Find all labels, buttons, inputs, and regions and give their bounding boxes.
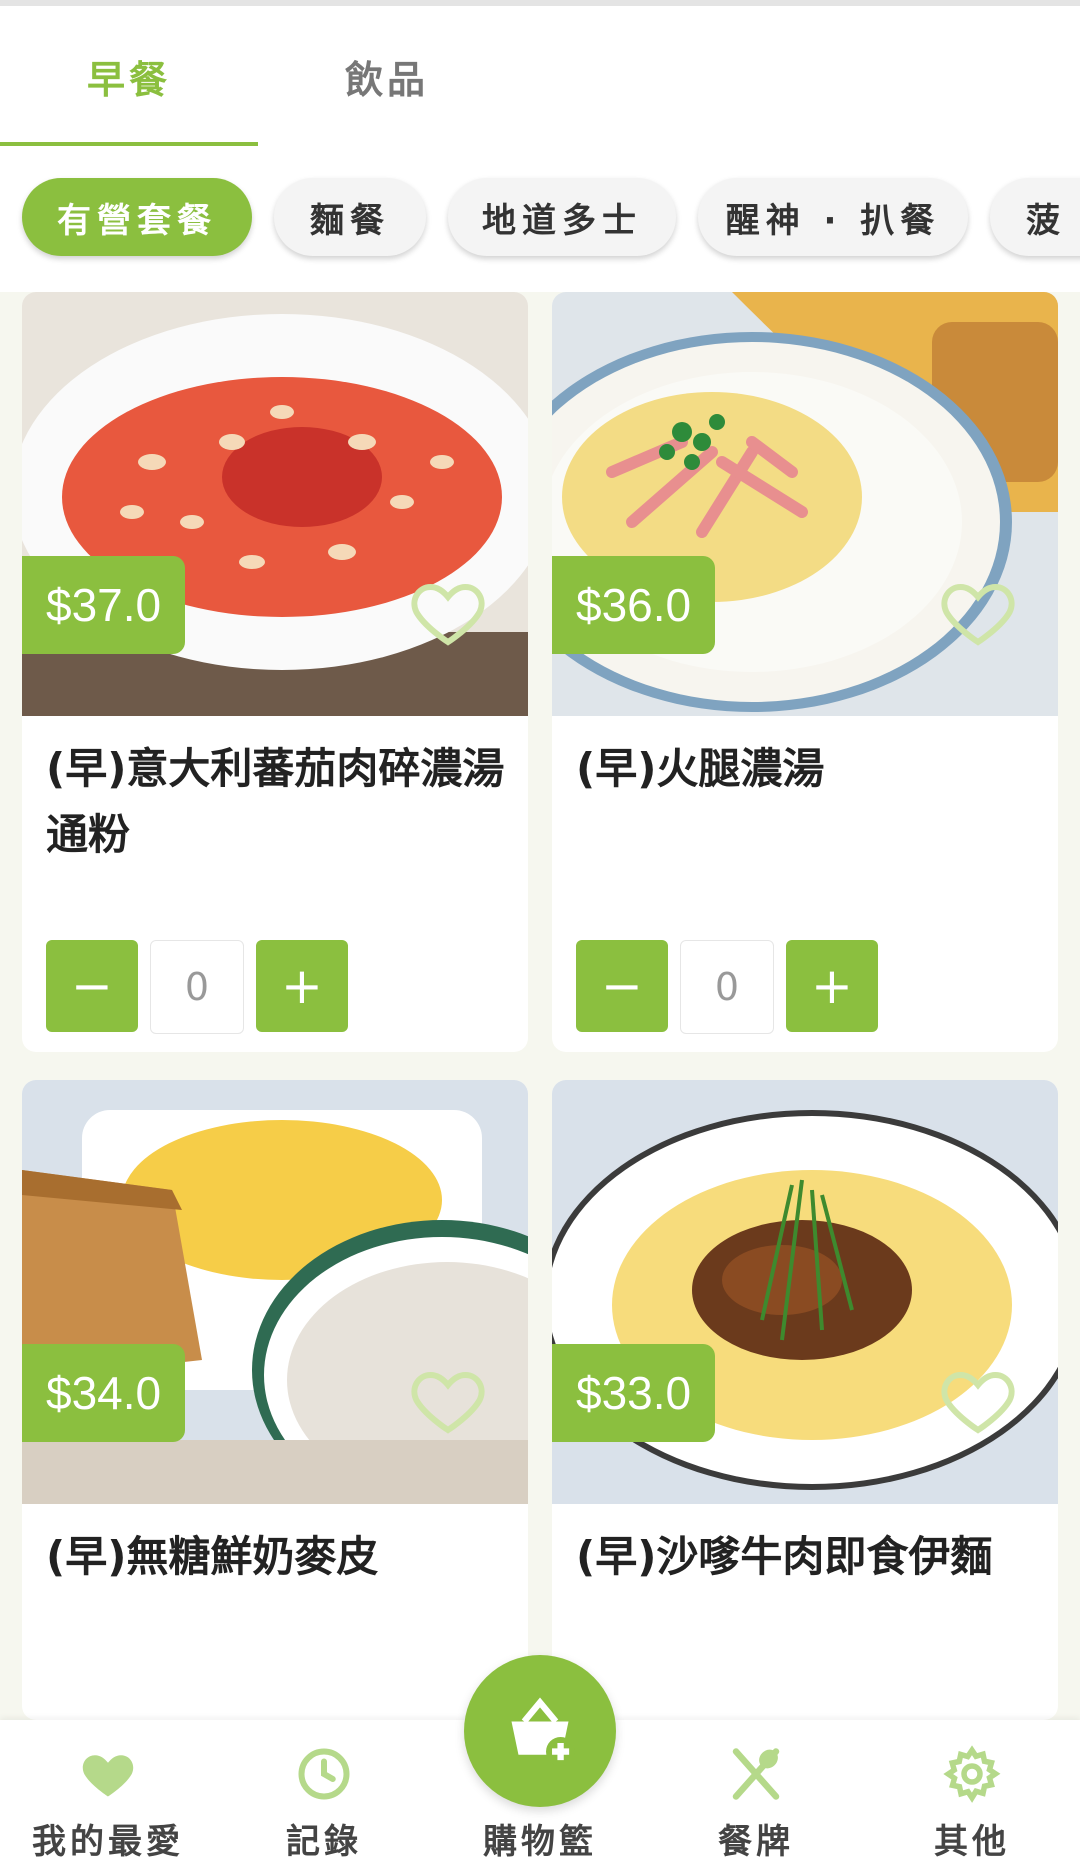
nav-history[interactable]: 記錄 — [216, 1720, 432, 1874]
quantity-value[interactable]: 0 — [150, 940, 244, 1034]
nav-label: 我的最愛 — [32, 1822, 184, 1862]
nav-menu[interactable]: 餐牌 — [648, 1720, 864, 1874]
price-badge: $34.0 — [22, 1344, 186, 1442]
heart-icon — [82, 1755, 134, 1797]
clock-icon — [298, 1748, 350, 1800]
quantity-stepper: − 0 + — [46, 940, 348, 1034]
favorite-heart-icon[interactable] — [408, 1360, 488, 1440]
product-title: (早)沙嗲牛肉即食伊麵 — [576, 1532, 993, 1581]
price-badge: $33.0 — [552, 1344, 716, 1442]
quantity-stepper: − 0 + — [576, 940, 878, 1034]
decrease-button[interactable]: − — [46, 940, 138, 1032]
category-tabs: 早餐 飲品 — [0, 6, 1080, 148]
favorite-heart-icon[interactable] — [408, 572, 488, 652]
product-card[interactable]: $34.0 (早)無糖鮮奶麥皮 — [22, 1080, 528, 1720]
favorite-heart-icon[interactable] — [938, 1360, 1018, 1440]
basket-add-icon — [511, 1697, 576, 1767]
nav-label: 購物籃 — [483, 1822, 597, 1862]
favorite-heart-icon[interactable] — [938, 572, 1018, 652]
increase-button[interactable]: + — [256, 940, 348, 1032]
nav-label: 餐牌 — [718, 1822, 794, 1862]
chip-noodles[interactable]: 麵餐 — [274, 178, 426, 256]
product-card[interactable]: $33.0 (早)沙嗲牛肉即食伊麵 — [552, 1080, 1058, 1720]
product-title: (早)無糖鮮奶麥皮 — [46, 1532, 379, 1581]
product-card[interactable]: $37.0 (早)意大利蕃茄肉碎濃湯通粉 − 0 + — [22, 292, 528, 1052]
decrease-button[interactable]: − — [576, 940, 668, 1032]
nav-label: 記錄 — [286, 1822, 362, 1862]
price-badge: $36.0 — [552, 556, 716, 654]
utensils-icon — [732, 1748, 780, 1800]
chip-local-toast[interactable]: 地道多士 — [448, 178, 676, 256]
cart-button[interactable] — [464, 1655, 616, 1807]
chip-steak[interactable]: 醒神 · 扒餐 — [698, 178, 968, 256]
chip-nutrition-set[interactable]: 有營套餐 — [22, 178, 252, 256]
increase-button[interactable]: + — [786, 940, 878, 1032]
quantity-value[interactable]: 0 — [680, 940, 774, 1034]
product-title: (早)火腿濃湯 — [576, 744, 825, 793]
tab-breakfast[interactable]: 早餐 — [0, 6, 258, 146]
nav-label: 其他 — [934, 1822, 1010, 1862]
chip-more[interactable]: 菠 — [990, 178, 1080, 256]
price-badge: $37.0 — [22, 556, 186, 654]
tab-drinks[interactable]: 飲品 — [258, 6, 516, 146]
gear-icon — [943, 1745, 1001, 1803]
nav-more[interactable]: 其他 — [864, 1720, 1080, 1874]
product-title: (早)意大利蕃茄肉碎濃湯通粉 — [46, 744, 505, 859]
product-card[interactable]: $36.0 (早)火腿濃湯 − 0 + — [552, 292, 1058, 1052]
subcategory-chips: 有營套餐 麵餐 地道多士 醒神 · 扒餐 菠 — [0, 146, 1080, 292]
nav-favorites[interactable]: 我的最愛 — [0, 1720, 216, 1874]
